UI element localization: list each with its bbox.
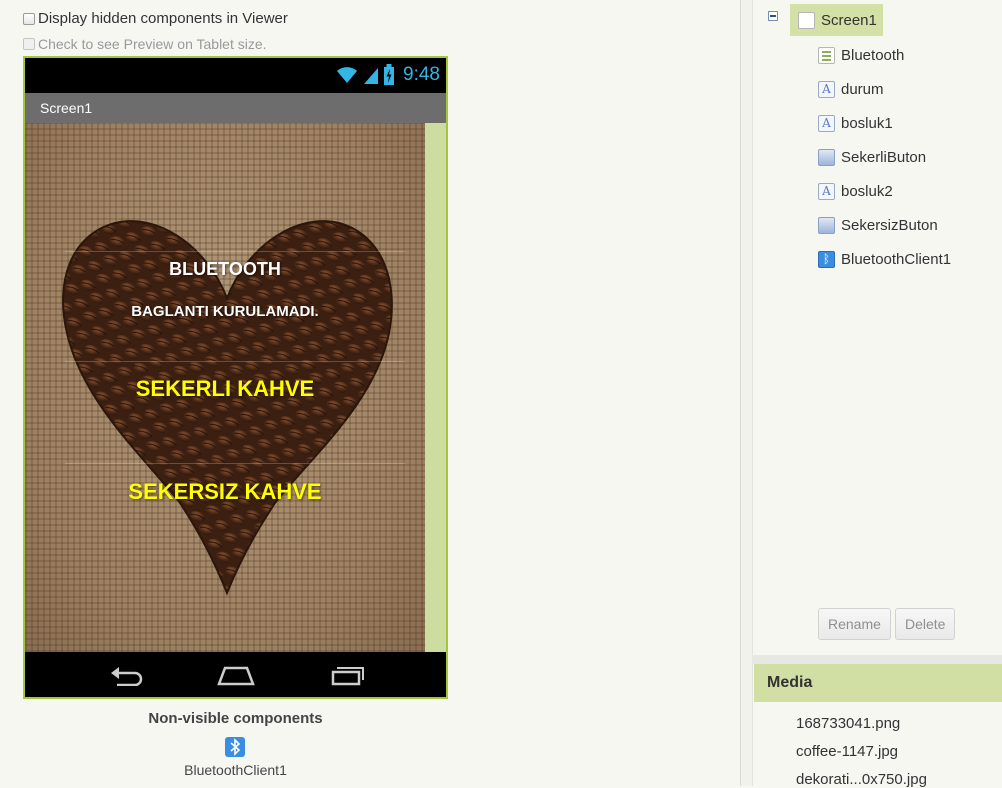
tree-item-bluetooth[interactable]: Bluetooth <box>818 44 904 66</box>
tree-item-label: SekerliButon <box>841 148 927 166</box>
phone-preview: 9:48 Screen1 BLUETOOTH BAGLANTI KURULAMA… <box>23 56 448 699</box>
tree-item-bluetoothclient1[interactable]: ᛒ BluetoothClient1 <box>818 248 951 270</box>
media-header: Media <box>754 664 1002 702</box>
media-separator <box>752 655 1002 664</box>
list-icon <box>818 46 835 64</box>
tablet-preview-option[interactable]: Check to see Preview on Tablet size. <box>23 36 267 52</box>
panel-divider <box>740 0 741 786</box>
rename-button[interactable]: Rename <box>818 608 891 640</box>
tablet-preview-label: Check to see Preview on Tablet size. <box>38 36 267 52</box>
battery-icon <box>384 64 395 85</box>
screen-scroll-strip <box>425 123 446 652</box>
label-icon: A <box>818 114 835 132</box>
button-icon <box>818 216 835 234</box>
tree-item-label: SekersizButon <box>841 216 938 234</box>
tree-item-label: durum <box>841 80 884 98</box>
tree-item-bosluk1[interactable]: A bosluk1 <box>818 112 893 134</box>
status-label: BAGLANTI KURULAMADI. <box>131 303 319 320</box>
tree-item-sekersizbuton[interactable]: SekersizButon <box>818 214 938 236</box>
tablet-preview-checkbox[interactable] <box>23 38 35 50</box>
tree-item-label: Bluetooth <box>841 46 905 64</box>
display-hidden-label: Display hidden components in Viewer <box>38 10 288 27</box>
tree-item-durum[interactable]: A durum <box>818 78 884 100</box>
display-hidden-option[interactable]: Display hidden components in Viewer <box>23 10 288 27</box>
panel-divider <box>752 0 753 786</box>
back-icon[interactable] <box>107 660 147 690</box>
status-time: 9:48 <box>403 64 440 85</box>
screen-canvas: BLUETOOTH BAGLANTI KURULAMADI. SEKERLI K… <box>25 123 425 652</box>
delete-button[interactable]: Delete <box>895 608 956 640</box>
collapse-icon[interactable] <box>768 11 778 21</box>
screen-title-bar: Screen1 <box>25 93 446 123</box>
label-icon: A <box>818 80 835 98</box>
button-icon <box>818 148 835 166</box>
sekerli-button[interactable]: SEKERLI KAHVE <box>25 376 425 402</box>
tree-item-label: bosluk1 <box>841 114 893 132</box>
screen-icon <box>798 11 815 29</box>
non-visible-title: Non-visible components <box>148 710 323 727</box>
display-hidden-checkbox[interactable] <box>23 12 35 25</box>
non-visible-item-label: BluetoothClient1 <box>184 762 287 778</box>
bluetooth-heading: BLUETOOTH <box>169 259 281 279</box>
status-icons: 9:48 <box>335 62 440 88</box>
sekersiz-button[interactable]: SEKERSIZ KAHVE <box>25 479 425 505</box>
bluetooth-icon: ᛒ <box>818 250 835 268</box>
tree-item-label: bosluk2 <box>841 182 893 200</box>
status-bar: 9:48 <box>25 58 446 93</box>
tree-item-label: Screen1 <box>821 11 877 29</box>
bluetooth-icon[interactable] <box>225 737 245 762</box>
media-item[interactable]: dekorati...0x750.jpg <box>796 771 927 788</box>
android-nav-bar <box>25 652 446 697</box>
home-icon[interactable] <box>216 660 256 690</box>
wifi-icon <box>337 67 358 83</box>
label-icon: A <box>818 182 835 200</box>
tree-item-bosluk2[interactable]: A bosluk2 <box>818 180 893 202</box>
tree-item-sekerlibuton[interactable]: SekerliButon <box>818 146 926 168</box>
panel-gap <box>741 0 752 786</box>
signal-icon <box>364 68 379 84</box>
tree-item-screen1[interactable]: Screen1 <box>790 4 883 36</box>
tree-item-label: BluetoothClient1 <box>841 250 952 268</box>
media-item[interactable]: 168733041.png <box>796 715 900 732</box>
recent-apps-icon[interactable] <box>327 660 367 690</box>
media-item[interactable]: coffee-1147.jpg <box>796 743 898 760</box>
